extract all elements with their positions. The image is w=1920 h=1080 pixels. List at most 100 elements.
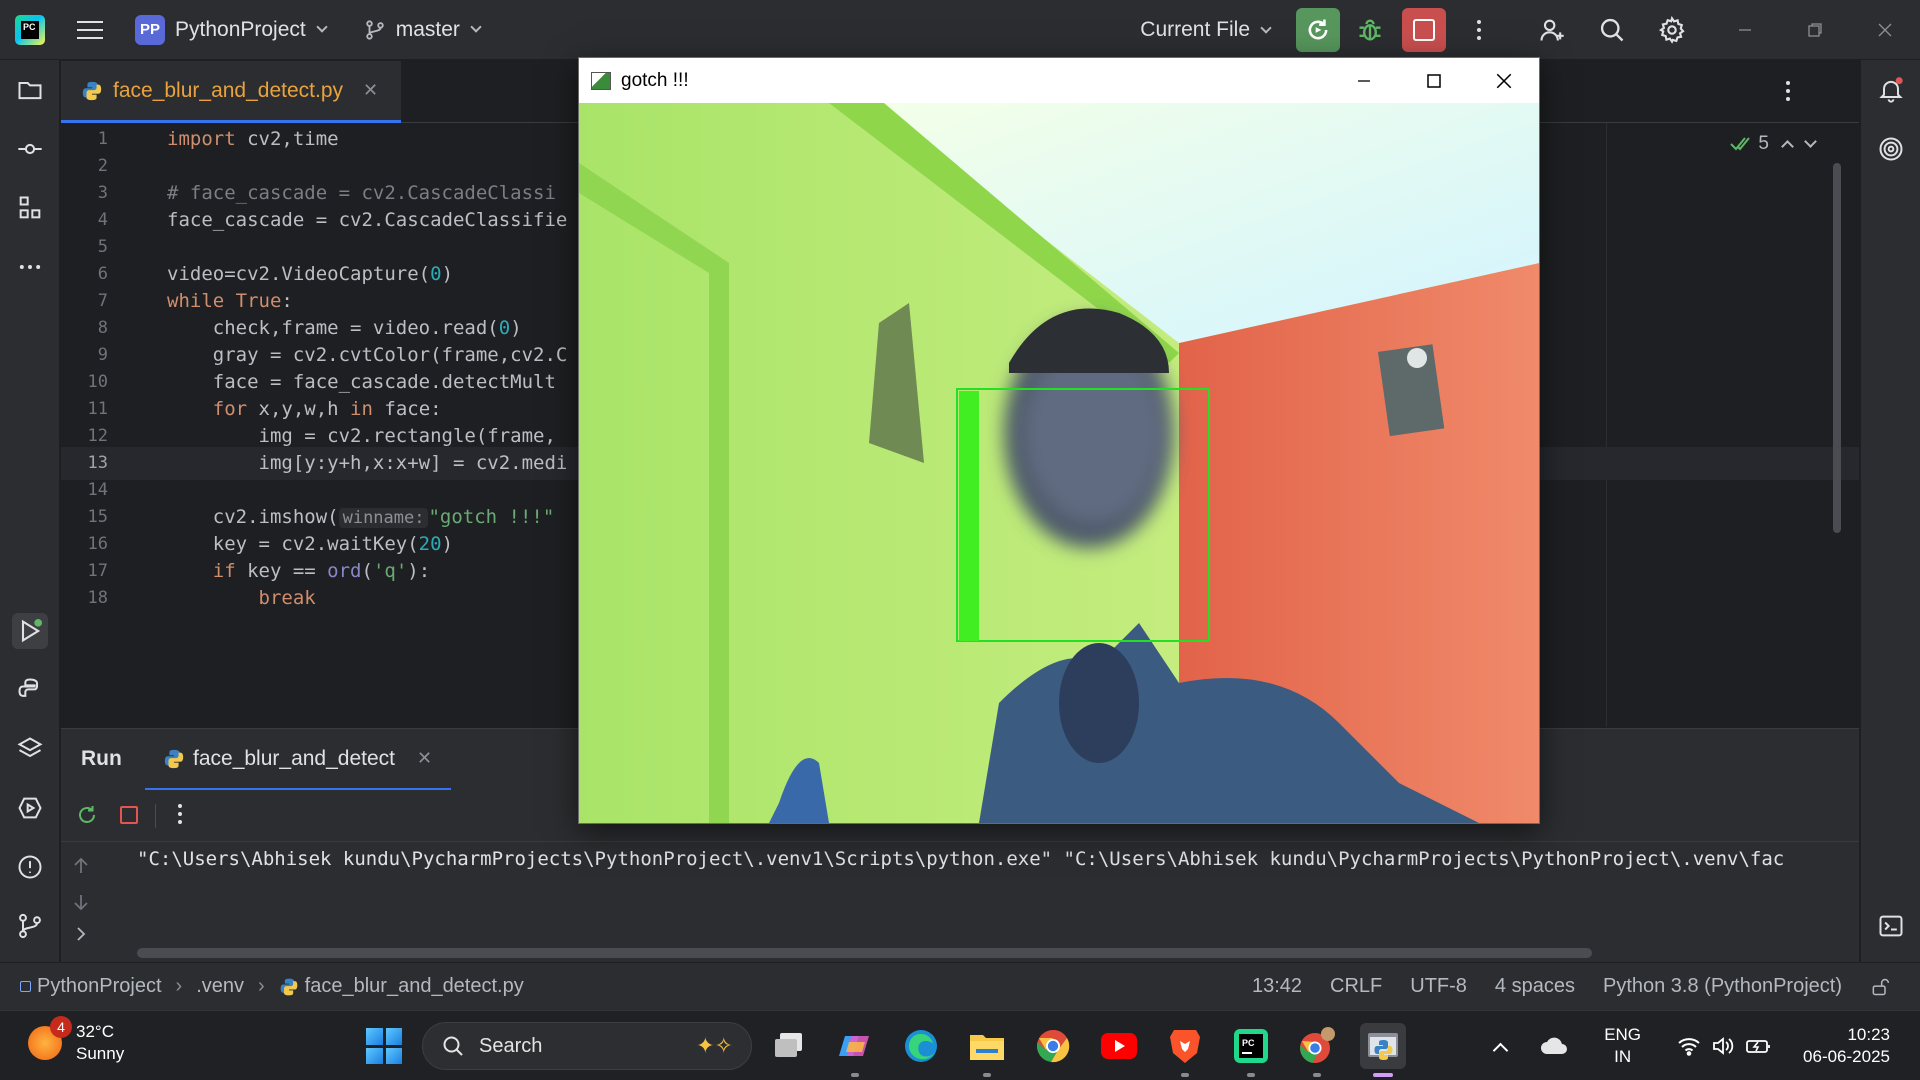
opencv-window[interactable]: gotch !!! (578, 57, 1540, 824)
code-token: ) (510, 317, 522, 339)
code-token: ( (361, 560, 373, 582)
code-keyword: True (224, 290, 282, 312)
commit-tool-button[interactable] (12, 131, 48, 167)
minimize-button[interactable] (1710, 0, 1780, 60)
folder-icon (18, 82, 42, 100)
input-language[interactable]: ENG IN (1604, 1024, 1641, 1068)
youtube-icon[interactable] (1096, 1023, 1142, 1069)
chrome-profile-icon[interactable] (1294, 1023, 1340, 1077)
breadcrumb-project[interactable]: PythonProject (37, 975, 162, 998)
python-app-icon[interactable] (1360, 1023, 1406, 1077)
edge-browser-icon[interactable] (898, 1023, 944, 1069)
close-tab-icon[interactable]: ✕ (417, 748, 432, 769)
search-button[interactable] (1590, 8, 1634, 52)
editor-tab-label: face_blur_and_detect.py (113, 78, 344, 102)
chevron-up-icon[interactable] (1781, 140, 1794, 153)
close-icon (1496, 73, 1512, 88)
system-clock[interactable]: 10:23 06-06-2025 (1803, 1024, 1890, 1068)
file-encoding[interactable]: UTF-8 (1410, 975, 1467, 998)
python-file-icon (280, 978, 298, 995)
chevron-down-icon[interactable] (1804, 135, 1817, 148)
scroll-down-arrow-icon[interactable] (71, 892, 91, 917)
file-explorer-icon[interactable] (964, 1023, 1010, 1077)
run-console[interactable]: "C:\Users\Abhisek kundu\PycharmProjects\… (61, 842, 1859, 962)
git-icon (19, 913, 41, 939)
git-tool-button[interactable] (12, 908, 48, 944)
battery-charging-icon[interactable] (1745, 1036, 1773, 1056)
run-tool-button[interactable] (12, 613, 48, 649)
chevron-up-icon[interactable] (1492, 1042, 1509, 1058)
windows-start-icon[interactable] (366, 1028, 402, 1064)
line-number: 18 (87, 588, 108, 608)
services-button[interactable] (12, 790, 48, 826)
pycharm-logo-icon[interactable]: PC (15, 14, 45, 45)
line-ending[interactable]: CRLF (1330, 975, 1382, 998)
check-double-icon (1730, 137, 1751, 151)
copilot-icon[interactable] (832, 1023, 878, 1077)
close-window-button[interactable] (1850, 0, 1920, 60)
restore-button[interactable] (1780, 0, 1850, 60)
volume-icon[interactable] (1711, 1036, 1735, 1056)
problems-button[interactable] (12, 849, 48, 885)
python-packages-button[interactable] (12, 731, 48, 767)
main-menu-icon[interactable] (77, 20, 103, 39)
debug-button[interactable] (1350, 10, 1390, 50)
add-user-button[interactable] (1530, 8, 1574, 52)
chrome-icon[interactable] (1030, 1023, 1076, 1069)
ai-assistant-icon (1879, 137, 1903, 161)
run-config-selector[interactable]: Current File (1140, 18, 1272, 42)
unlock-icon[interactable] (1870, 977, 1890, 997)
run-tab-face-blur[interactable]: face_blur_and_detect ✕ (145, 729, 451, 791)
rerun-button[interactable] (1296, 8, 1340, 52)
chevron-right-icon[interactable] (73, 926, 89, 947)
editor-tab-face-blur[interactable]: face_blur_and_detect.py ✕ (61, 61, 401, 123)
code-keyword: in (350, 398, 373, 420)
console-horizontal-scrollbar[interactable] (137, 948, 1592, 958)
toolbar-divider (155, 804, 156, 828)
wifi-icon[interactable] (1677, 1036, 1701, 1056)
chevron-right-icon: › (175, 975, 183, 997)
stop-button[interactable] (1402, 8, 1446, 52)
ai-assistant-button[interactable] (1873, 131, 1909, 167)
terminal-button[interactable] (1873, 908, 1909, 944)
terminal-icon (1879, 915, 1903, 937)
project-selector[interactable]: PP PythonProject (135, 14, 328, 45)
weather-widget[interactable]: 4 32°C Sunny (28, 1016, 124, 1065)
editor-tab-actions-icon[interactable] (1773, 81, 1803, 101)
task-view-icon[interactable] (766, 1023, 812, 1069)
cv-minimize-button[interactable] (1329, 58, 1399, 103)
rerun-console-button[interactable] (75, 803, 99, 832)
taskbar-search-box[interactable]: Search ✦✧ (422, 1022, 752, 1070)
interpreter-selector[interactable]: Python 3.8 (PythonProject) (1603, 975, 1842, 998)
branch-selector[interactable]: master (364, 18, 482, 42)
console-more-icon[interactable] (165, 804, 195, 824)
stop-console-button[interactable] (120, 806, 138, 824)
project-tool-button[interactable] (12, 72, 48, 108)
system-tray: ENG IN 10:23 06-06-2025 (1492, 1011, 1920, 1080)
python-console-button[interactable] (12, 672, 48, 708)
structure-tool-button[interactable] (12, 190, 48, 226)
editor-vertical-scrollbar[interactable] (1833, 163, 1841, 533)
breadcrumb-venv[interactable]: .venv (196, 975, 244, 998)
more-actions-icon[interactable] (1464, 20, 1494, 40)
clock-time: 10:23 (1847, 1025, 1890, 1044)
code-token: x,y,w,h (247, 398, 351, 420)
close-tab-icon[interactable]: ✕ (363, 80, 378, 101)
settings-button[interactable] (1650, 8, 1694, 52)
notifications-button[interactable] (1873, 72, 1909, 108)
onedrive-cloud-icon[interactable] (1540, 1036, 1568, 1056)
pycharm-taskbar-icon[interactable]: PC (1228, 1023, 1274, 1077)
cv-close-button[interactable] (1469, 58, 1539, 103)
opencv-window-titlebar[interactable]: gotch !!! (579, 58, 1539, 103)
breadcrumb-file[interactable]: face_blur_and_detect.py (305, 975, 524, 998)
inspection-widget[interactable]: 5 (1730, 133, 1817, 155)
caret-position[interactable]: 13:42 (1252, 975, 1302, 998)
right-tool-window-bar (1860, 60, 1920, 1010)
restore-icon (1808, 23, 1822, 37)
scroll-up-arrow-icon[interactable] (71, 856, 91, 881)
indent-setting[interactable]: 4 spaces (1495, 975, 1575, 998)
cv-maximize-button[interactable] (1399, 58, 1469, 103)
brave-browser-icon[interactable] (1162, 1023, 1208, 1077)
more-tools-button[interactable] (12, 249, 48, 285)
code-token: face: (372, 398, 442, 420)
